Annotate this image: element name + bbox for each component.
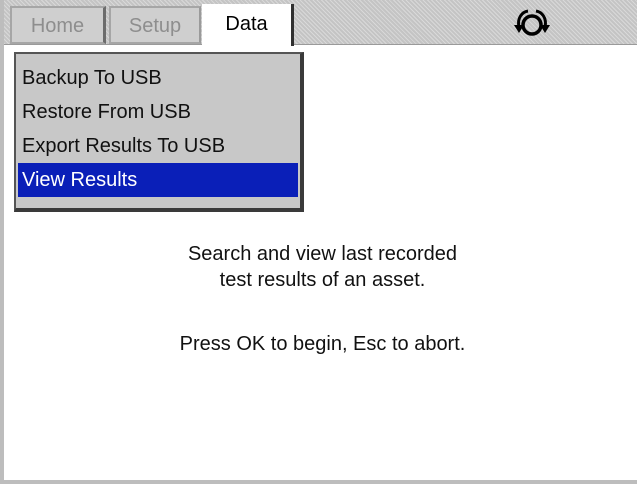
instruction-text: Press OK to begin, Esc to abort. — [179, 333, 466, 355]
tab-data[interactable]: Data — [202, 4, 294, 46]
menu-item-restore-from-usb[interactable]: Restore From USB — [16, 95, 300, 129]
tab-home[interactable]: Home — [10, 6, 106, 44]
tab-bar: Home Setup Data — [4, 0, 637, 46]
rotate-arrows-icon — [512, 6, 552, 40]
description-line-2: test results of an asset. — [219, 269, 426, 291]
tab-setup[interactable]: Setup — [109, 6, 201, 44]
description-line-1: Search and view last recorded — [187, 243, 458, 265]
menu-item-backup-to-usb[interactable]: Backup To USB — [16, 61, 300, 95]
menu-item-export-results-to-usb[interactable]: Export Results To USB — [16, 129, 300, 163]
device-screen: Home Setup Data Backup To USB Restore Fr… — [0, 0, 637, 484]
menu-item-view-results[interactable]: View Results — [18, 163, 298, 197]
data-menu: Backup To USB Restore From USB Export Re… — [14, 52, 304, 212]
